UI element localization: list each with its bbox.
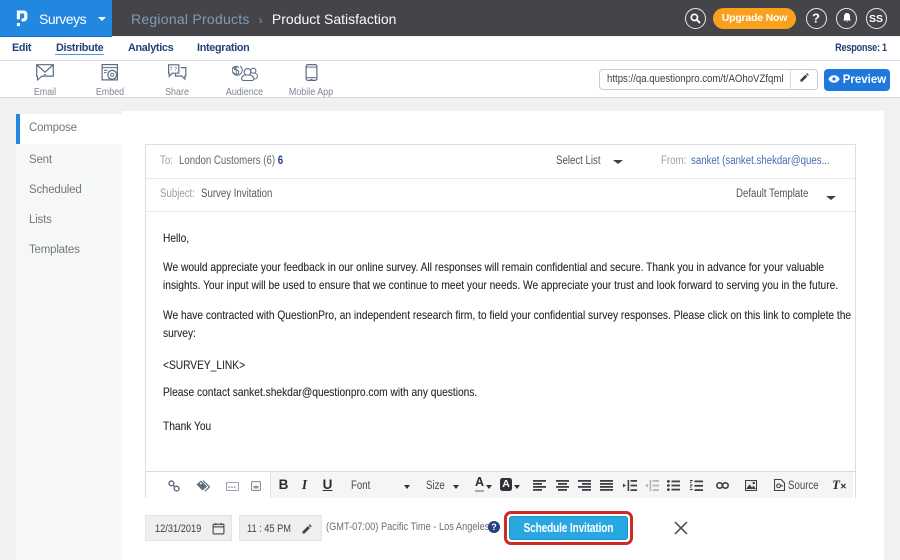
svg-text:SS: SS (869, 13, 883, 25)
svg-text:f: f (170, 67, 172, 73)
svg-text:?: ? (812, 11, 820, 26)
svg-text:?: ? (174, 67, 177, 73)
